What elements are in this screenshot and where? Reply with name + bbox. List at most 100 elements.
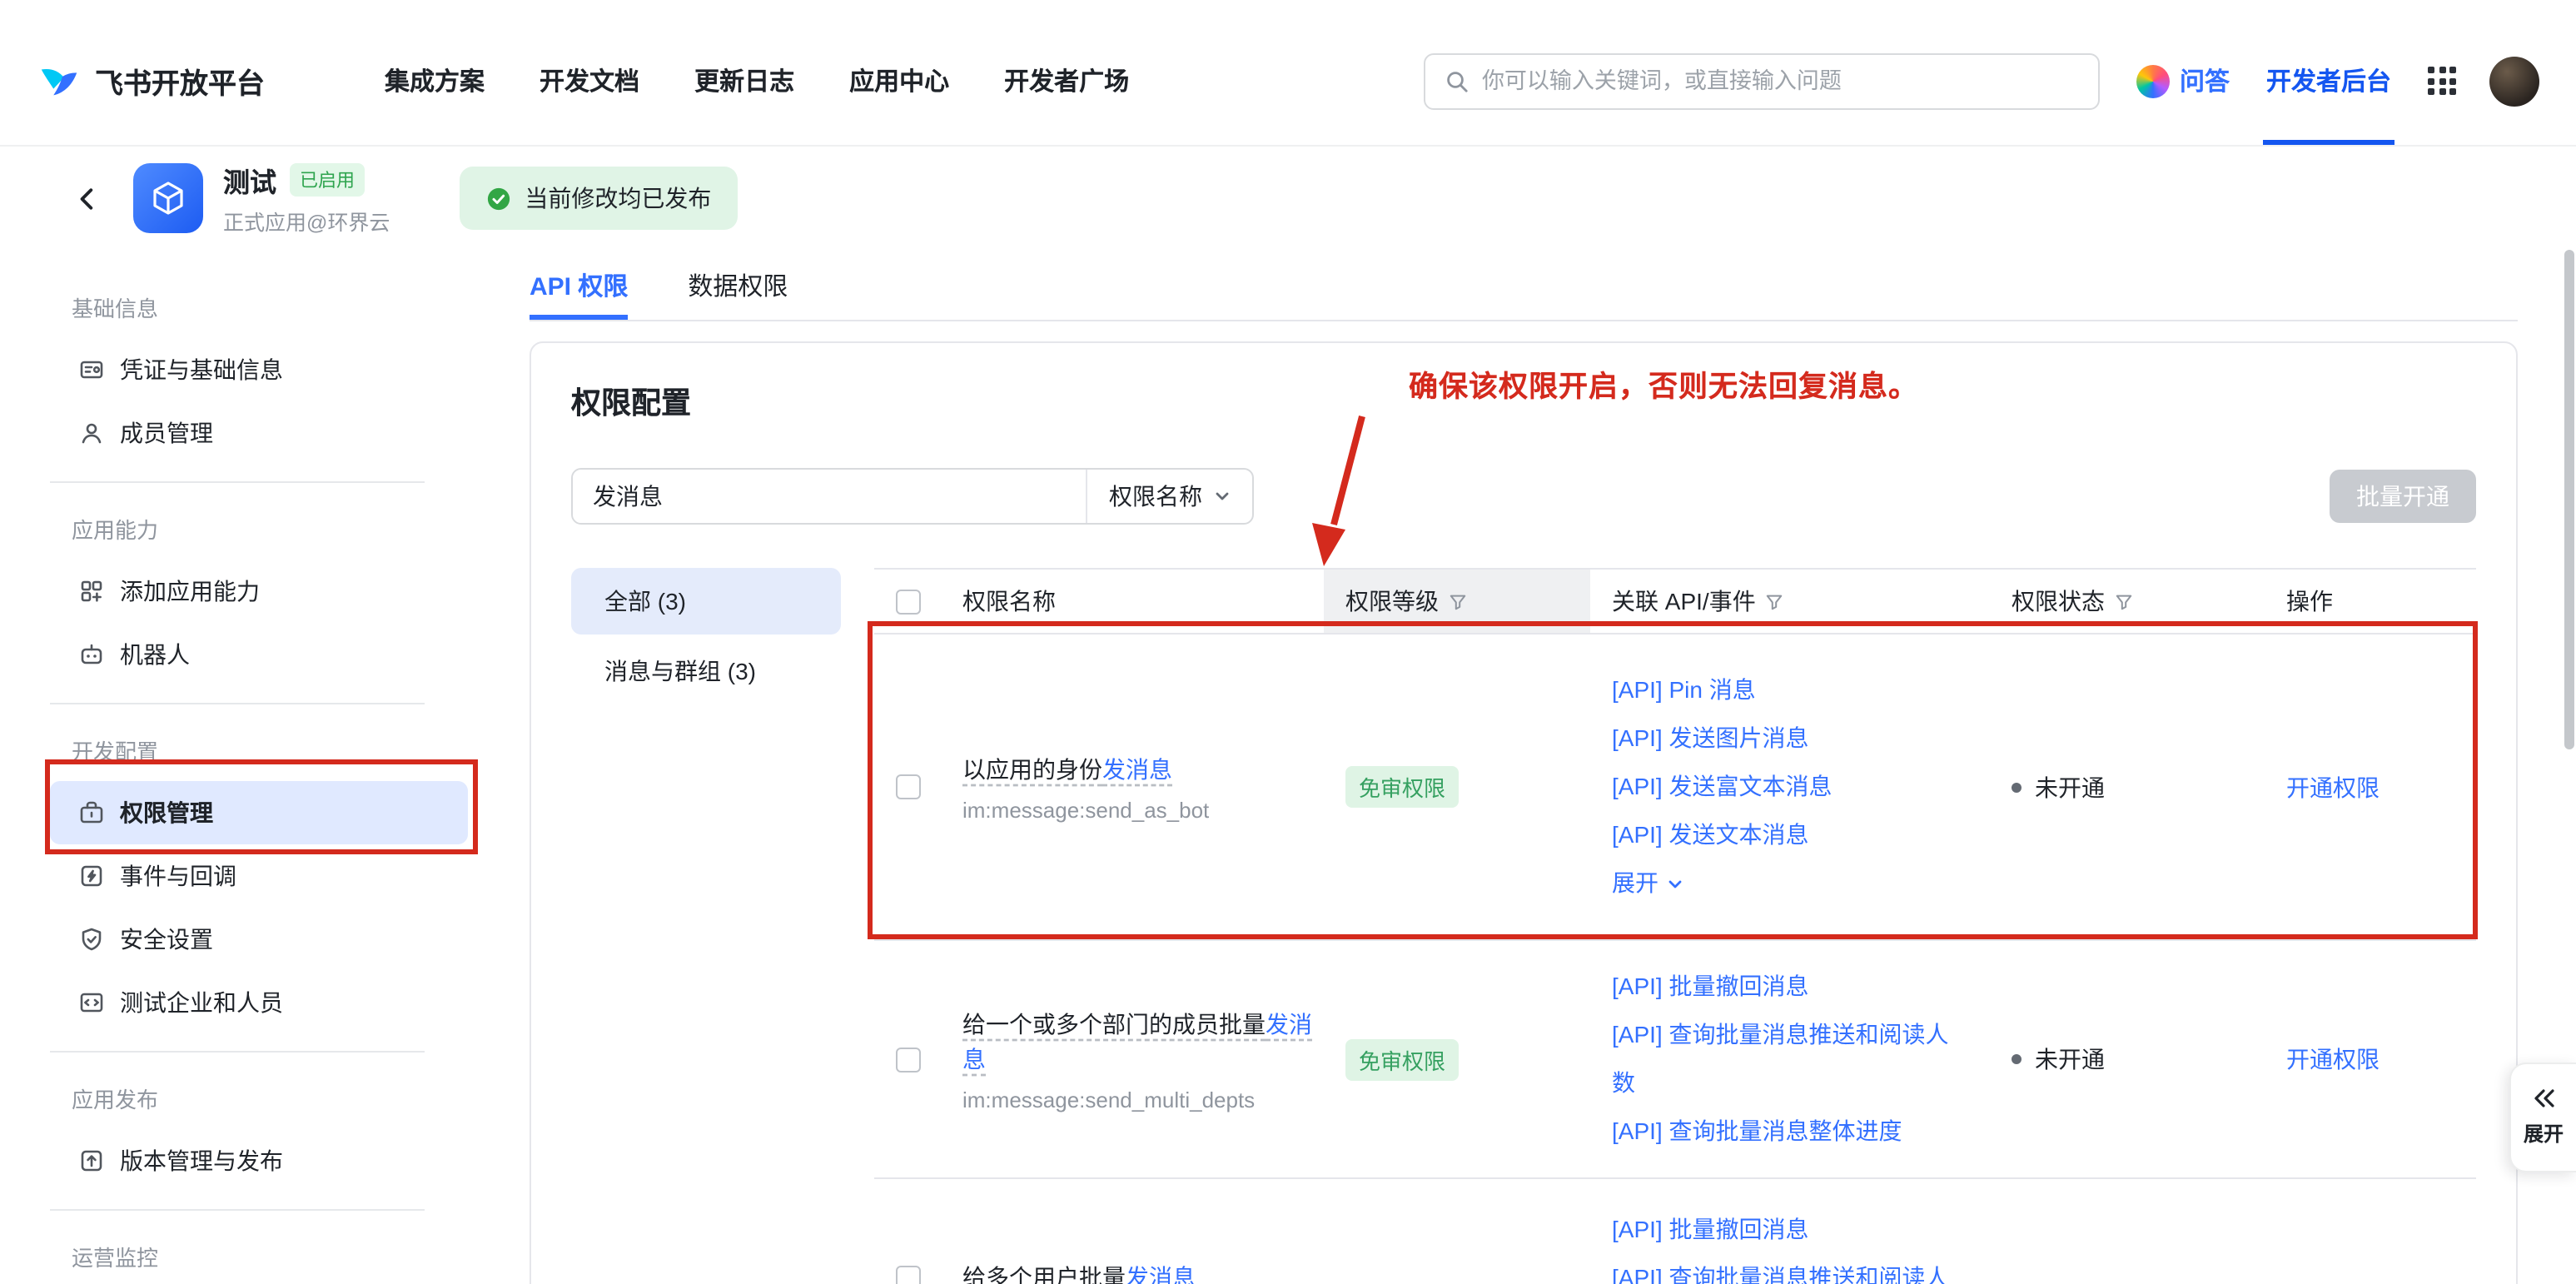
permission-name: 给一个或多个部门的成员批量 [962,1010,1266,1037]
status-text: 未开通 [2035,770,2105,804]
page-title: 权限配置 [571,383,2476,425]
sidebar-item-events[interactable]: 事件与回调 [50,844,468,908]
tab-api-permission[interactable]: API 权限 [530,250,628,320]
table-row: 给一个或多个部门的成员批量发消息 im:message:send_multi_d… [874,941,2476,1179]
api-link[interactable]: [API] 发送富文本消息 [1612,763,1832,811]
category-all[interactable]: 全部 (3) [571,568,841,635]
sidebar-item-security[interactable]: 安全设置 [50,908,468,971]
id-card-icon [78,356,105,383]
sidebar-item-bot[interactable]: 机器人 [50,623,468,686]
nav-developer-plaza[interactable]: 开发者广场 [1004,63,1129,98]
global-search[interactable] [1424,52,2100,109]
level-badge: 免审权限 [1345,1038,1459,1080]
row-checkbox[interactable] [895,774,920,799]
permission-name-highlight[interactable]: 发消息 [1102,755,1172,782]
publish-arrow-icon [78,1147,105,1174]
permission-body: 全部 (3) 消息与群组 (3) 权限名称 权限等级 关联 API/事件 [571,568,2476,1284]
row-checkbox[interactable] [895,1047,920,1072]
permission-name-highlight[interactable]: 发消息 [1126,1264,1196,1284]
nav-app-center[interactable]: 应用中心 [849,63,949,98]
sidebar-item-label: 机器人 [120,638,190,671]
chevron-down-icon [1214,488,1231,505]
expand-apis-link[interactable]: 展开 [1612,859,1683,908]
nav-docs[interactable]: 开发文档 [540,63,639,98]
app-name: 测试 [223,160,276,200]
related-api-cell: [API] 批量撤回消息 [API] 查询批量消息推送和阅读人数 [API] 查… [1590,941,1990,1177]
qa-label: 问答 [2180,63,2230,98]
permission-name-cell: 以应用的身份发消息 im:message:send_as_bot [941,752,1324,822]
status-dot [2012,782,2022,792]
console-link[interactable]: 开发者后台 [2263,17,2394,145]
api-link[interactable]: [API] 发送文本消息 [1612,811,1808,859]
permission-name: 给多个用户批量 [962,1264,1126,1284]
toolbar: 权限名称 批量开通 [571,468,2476,525]
search-icon [1445,69,1469,92]
user-avatar[interactable] [2489,56,2539,106]
api-link[interactable]: [API] 批量撤回消息 [1612,963,1808,1011]
app-status-badge: 已启用 [290,163,365,197]
sidebar-item-permission[interactable]: 权限管理 [50,781,468,844]
status-dot [2012,1054,2022,1064]
table-row: 以应用的身份发消息 im:message:send_as_bot 免审权限 [A… [874,635,2476,941]
select-all-checkbox[interactable] [895,589,920,614]
api-link[interactable]: [API] 查询批量消息整体进度 [1612,1107,1902,1156]
publish-status-text: 当前修改均已发布 [525,182,711,215]
api-link[interactable]: [API] 批量撤回消息 [1612,1206,1808,1254]
filter-funnel-icon[interactable] [1449,592,1467,610]
api-link[interactable]: [API] 查询批量消息推送和阅读人数 [1612,1254,1950,1284]
row-checkbox[interactable] [895,1266,920,1284]
col-action-header: 操作 [2265,570,2476,633]
nav-changelog[interactable]: 更新日志 [694,63,794,98]
filter-funnel-icon[interactable] [1766,592,1784,610]
sidebar-item-label: 版本管理与发布 [120,1144,283,1177]
status-cell: 未开通 [1990,1043,2265,1076]
permission-search-input[interactable] [573,470,1086,523]
apps-grid-icon[interactable] [2428,67,2456,95]
global-search-input[interactable] [1482,68,2078,93]
brand[interactable]: 飞书开放平台 [37,58,265,103]
enable-permission-link[interactable]: 开通权限 [2286,774,2380,800]
col-status-header: 权限状态 [1990,570,2265,633]
api-link[interactable]: [API] 查询批量消息推送和阅读人数 [1612,1011,1950,1107]
sidebar-item-version[interactable]: 版本管理与发布 [50,1129,468,1192]
permission-search-group: 权限名称 [571,468,1254,525]
qa-link[interactable]: 问答 [2136,63,2230,98]
expand-panel-button[interactable]: 展开 [2509,1063,2576,1172]
batch-enable-button[interactable]: 批量开通 [2330,470,2476,523]
sidebar-divider [50,1051,425,1053]
filter-funnel-icon[interactable] [2115,592,2133,610]
back-button[interactable] [67,178,107,218]
double-chevron-left-icon [2532,1087,2555,1109]
enable-permission-link[interactable]: 开通权限 [2286,1046,2380,1072]
related-api-cell: [API] Pin 消息 [API] 发送图片消息 [API] 发送富文本消息 … [1590,644,1990,929]
api-link[interactable]: [API] 发送图片消息 [1612,714,1808,763]
sidebar-item-add-capability[interactable]: 添加应用能力 [50,560,468,623]
sidebar-item-label: 安全设置 [120,923,213,956]
search-field-select[interactable]: 权限名称 [1086,470,1252,523]
nav-integration[interactable]: 集成方案 [385,63,485,98]
code-brackets-icon [78,989,105,1016]
robot-icon [78,641,105,668]
category-message-group[interactable]: 消息与群组 (3) [571,638,841,704]
sidebar-divider [50,703,425,704]
col-name-header: 权限名称 [941,570,1324,633]
api-link[interactable]: [API] Pin 消息 [1612,666,1756,714]
grid-plus-icon [78,578,105,605]
sidebar-item-credentials[interactable]: 凭证与基础信息 [50,338,468,401]
sidebar-item-testers[interactable]: 测试企业和人员 [50,971,468,1034]
chevron-down-icon [1667,875,1683,892]
permission-config-card: 权限配置 权限名称 批量开通 全部 (3) 消息与群组 (3) [530,341,2518,1284]
expand-panel-label: 展开 [2524,1119,2564,1147]
sidebar-item-members[interactable]: 成员管理 [50,401,468,465]
primary-nav: 集成方案 开发文档 更新日志 应用中心 开发者广场 [385,63,1129,98]
permission-tabs: API 权限 数据权限 [530,250,2518,321]
section-basic-info: 基础信息 [0,275,471,338]
section-dev-config: 开发配置 [0,718,471,781]
table-header: 权限名称 权限等级 关联 API/事件 权限状态 [874,568,2476,635]
sidebar: 基础信息 凭证与基础信息 成员管理 应用能力 添加应用能力 机器人 [0,250,471,1284]
tab-data-permission[interactable]: 数据权限 [688,250,788,320]
feishu-logo-icon [37,58,82,103]
vertical-scrollbar[interactable] [2564,250,2574,749]
check-circle-icon [486,186,511,211]
page: 飞书开放平台 集成方案 开发文档 更新日志 应用中心 开发者广场 问答 开发者后… [0,0,2576,1284]
